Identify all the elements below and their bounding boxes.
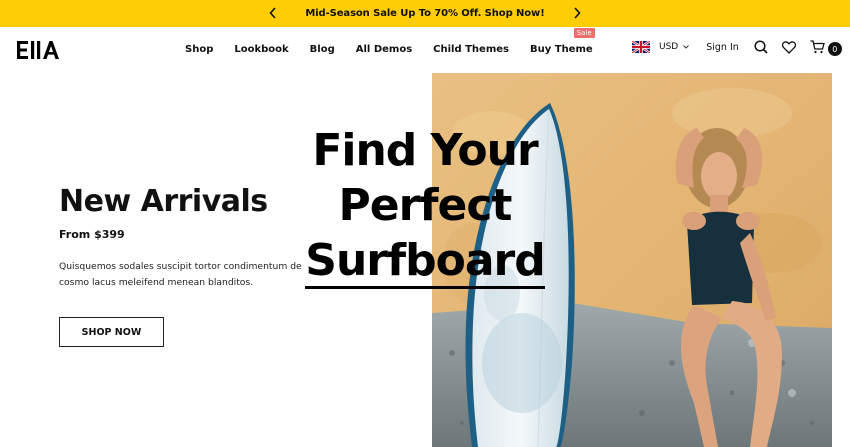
nav-buy-theme-label: Buy Theme <box>530 44 593 55</box>
hero-content: New Arrivals From $399 Quisquemos sodale… <box>59 184 319 291</box>
hero-description: Quisquemos sodales suscipit tortor condi… <box>59 261 302 288</box>
announcement-text[interactable]: Mid-Season Sale Up To 70% Off. Shop Now! <box>305 8 544 19</box>
nav-child-themes[interactable]: Child Themes <box>433 44 509 55</box>
nav-all-demos[interactable]: All Demos <box>356 44 412 55</box>
logo-mark <box>17 41 59 59</box>
logo[interactable] <box>17 41 59 61</box>
nav-shop[interactable]: Shop <box>185 44 213 55</box>
heart-icon[interactable] <box>781 40 796 54</box>
cart-count-badge: 0 <box>827 42 842 56</box>
sale-badge: Sale <box>573 28 595 38</box>
headline-line-3[interactable]: Surfboard <box>305 236 546 289</box>
chevron-right-icon[interactable] <box>570 5 584 21</box>
shop-now-button[interactable]: SHOP NOW <box>59 317 164 347</box>
site-header: Shop Lookbook Blog All Demos Child Theme… <box>0 27 850 73</box>
nav-blog[interactable]: Blog <box>310 44 335 55</box>
uk-flag-icon[interactable] <box>632 41 650 53</box>
nav-lookbook[interactable]: Lookbook <box>234 44 288 55</box>
cart-icon <box>810 40 825 54</box>
chevron-down-icon <box>683 45 690 49</box>
hero-slide: New Arrivals From $399 Quisquemos sodale… <box>0 73 850 447</box>
headline-line-1: Find Your <box>312 125 538 176</box>
hero-price: From $399 <box>59 228 125 241</box>
headline-line-2: Perfect <box>338 180 513 231</box>
sign-in-link[interactable]: Sign In <box>706 42 739 53</box>
currency-label: USD <box>659 42 679 52</box>
announcement-bar: Mid-Season Sale Up To 70% Off. Shop Now! <box>0 0 850 27</box>
chevron-left-icon[interactable] <box>266 5 280 21</box>
cart-button[interactable]: 0 <box>810 40 842 56</box>
hero-headline: Find Your Perfect Surfboard <box>300 123 550 289</box>
search-icon[interactable] <box>754 40 768 54</box>
currency-selector[interactable]: USD <box>659 42 690 52</box>
hero-title: New Arrivals <box>59 184 268 219</box>
main-nav: Shop Lookbook Blog All Demos Child Theme… <box>185 28 614 55</box>
header-actions: USD Sign In 0 <box>632 40 842 56</box>
nav-buy-theme[interactable]: Buy Theme Sale <box>530 28 595 55</box>
